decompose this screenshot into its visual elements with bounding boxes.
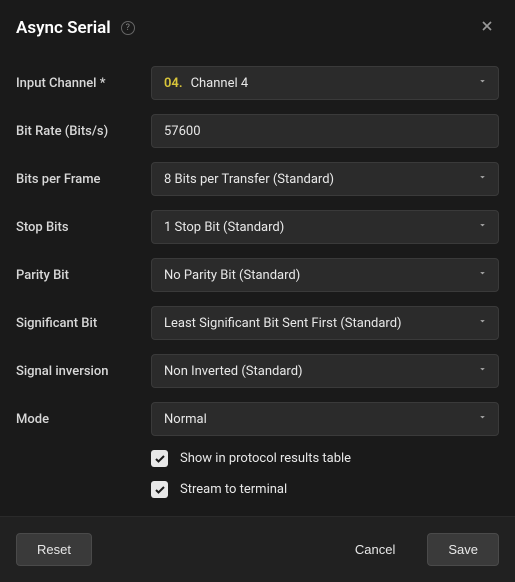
- dialog-body: Input Channel * 04. Channel 4 Bit Rate (…: [0, 56, 515, 516]
- mode-value: Normal: [164, 412, 207, 427]
- signal-inversion-value: Non Inverted (Standard): [164, 364, 303, 379]
- chevron-down-icon: [477, 364, 488, 379]
- async-serial-dialog: Async Serial ? Input Channel * 04. Chann…: [0, 0, 515, 573]
- close-icon[interactable]: [475, 14, 499, 42]
- stop-bits-value: 1 Stop Bit (Standard): [164, 220, 284, 235]
- stop-bits-label: Stop Bits: [16, 220, 151, 235]
- stream-terminal-label: Stream to terminal: [180, 482, 287, 497]
- input-channel-label: Input Channel *: [16, 76, 151, 91]
- chevron-down-icon: [477, 268, 488, 283]
- channel-number: 04.: [164, 76, 183, 91]
- significant-bit-label: Significant Bit: [16, 316, 151, 331]
- parity-bit-select[interactable]: No Parity Bit (Standard): [151, 258, 499, 292]
- save-button[interactable]: Save: [427, 533, 499, 566]
- cancel-button[interactable]: Cancel: [335, 534, 415, 565]
- chevron-down-icon: [477, 412, 488, 427]
- bit-rate-input[interactable]: 57600: [151, 114, 499, 148]
- bit-rate-value: 57600: [164, 124, 201, 139]
- dialog-footer: Reset Cancel Save: [0, 516, 515, 582]
- chevron-down-icon: [477, 220, 488, 235]
- mode-label: Mode: [16, 412, 151, 427]
- mode-select[interactable]: Normal: [151, 402, 499, 436]
- bits-per-frame-label: Bits per Frame: [16, 172, 151, 187]
- signal-inversion-label: Signal inversion: [16, 364, 151, 379]
- significant-bit-select[interactable]: Least Significant Bit Sent First (Standa…: [151, 306, 499, 340]
- parity-bit-label: Parity Bit: [16, 268, 151, 283]
- show-results-checkbox[interactable]: [151, 450, 168, 467]
- chevron-down-icon: [477, 172, 488, 187]
- significant-bit-value: Least Significant Bit Sent First (Standa…: [164, 316, 402, 331]
- signal-inversion-select[interactable]: Non Inverted (Standard): [151, 354, 499, 388]
- show-results-label: Show in protocol results table: [180, 451, 351, 466]
- input-channel-select[interactable]: 04. Channel 4: [151, 66, 499, 100]
- dialog-header: Async Serial ?: [0, 0, 515, 56]
- help-icon[interactable]: ?: [121, 21, 135, 35]
- chevron-down-icon: [477, 76, 488, 91]
- bits-per-frame-select[interactable]: 8 Bits per Transfer (Standard): [151, 162, 499, 196]
- stop-bits-select[interactable]: 1 Stop Bit (Standard): [151, 210, 499, 244]
- dialog-title: Async Serial: [16, 18, 111, 38]
- bit-rate-label: Bit Rate (Bits/s): [16, 124, 151, 139]
- bits-per-frame-value: 8 Bits per Transfer (Standard): [164, 172, 334, 187]
- reset-button[interactable]: Reset: [16, 533, 92, 566]
- stream-terminal-checkbox[interactable]: [151, 481, 168, 498]
- parity-bit-value: No Parity Bit (Standard): [164, 268, 300, 283]
- chevron-down-icon: [477, 316, 488, 331]
- input-channel-value: Channel 4: [191, 76, 249, 91]
